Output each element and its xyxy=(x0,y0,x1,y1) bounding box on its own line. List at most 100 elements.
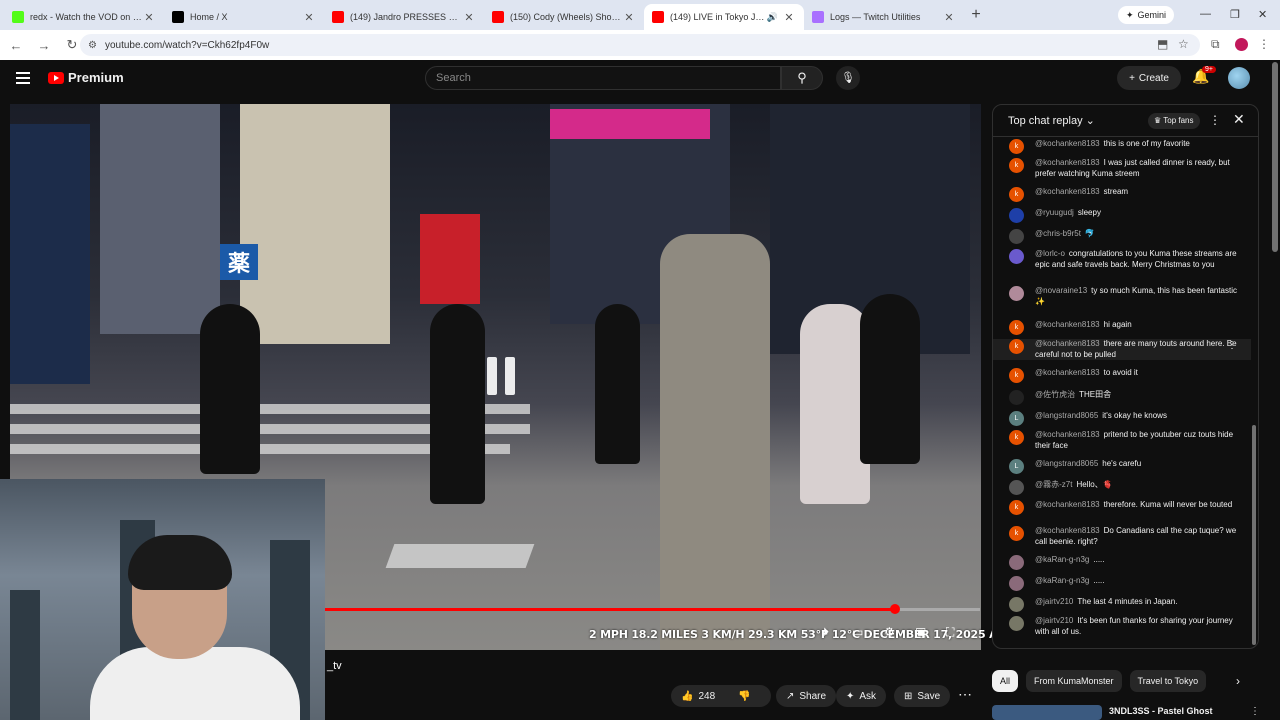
browser-tab[interactable]: redx - Watch the VOD on Kick ✕ xyxy=(4,4,164,30)
chat-avatar[interactable]: k xyxy=(1009,339,1024,354)
chat-message[interactable]: k @kochanken8183 this is one of my favorit… xyxy=(993,139,1251,154)
chat-scroll-thumb[interactable] xyxy=(1252,425,1256,645)
chat-author[interactable]: @ryuugudj xyxy=(1035,208,1074,217)
fullscreen-icon[interactable]: ⛶ xyxy=(946,625,954,640)
profile-avatar[interactable] xyxy=(1235,38,1248,51)
chat-avatar[interactable]: L xyxy=(1009,411,1024,426)
browser-tab[interactable]: (149) Jandro PRESSES CREEPY✕ xyxy=(324,4,484,30)
chevron-right-icon[interactable]: › xyxy=(1236,674,1240,688)
chat-avatar[interactable]: k xyxy=(1009,158,1024,173)
browser-tab[interactable]: Home / X ✕ xyxy=(164,4,324,30)
chat-message[interactable]: @jairtv210 It's been fun thanks for shari… xyxy=(993,616,1251,637)
chat-avatar[interactable] xyxy=(1009,576,1024,591)
pause-icon[interactable] xyxy=(483,357,519,395)
autoplay-icon[interactable]: ⏵ xyxy=(823,625,829,640)
top-fans-button[interactable]: ♛ Top fans xyxy=(1148,113,1200,129)
recommended-menu-icon[interactable]: ⋮ xyxy=(1250,706,1260,717)
search-button[interactable]: ⚲ xyxy=(781,66,823,90)
chat-author[interactable]: @kochanken8183 xyxy=(1035,339,1100,348)
chat-author[interactable]: @kochanken8183 xyxy=(1035,526,1100,535)
bookmark-star-icon[interactable]: ☆ xyxy=(1178,37,1189,51)
chat-author[interactable]: @chris-b9r5t xyxy=(1035,229,1081,238)
chat-menu-icon[interactable]: ⋮ xyxy=(1209,113,1221,127)
chat-author[interactable]: @langstrand8065 xyxy=(1035,459,1098,468)
chat-avatar[interactable] xyxy=(1009,390,1024,405)
close-chat-icon[interactable]: ✕ xyxy=(1233,111,1245,128)
chat-message[interactable]: @kaRan-g-n3g..... xyxy=(993,576,1251,591)
create-button[interactable]: + Create xyxy=(1117,66,1181,90)
chat-author[interactable]: @novaraine13 xyxy=(1035,286,1087,295)
chat-message[interactable]: @佐竹虎治 THE田舎 xyxy=(993,390,1251,405)
chat-avatar[interactable] xyxy=(1009,286,1024,301)
forward-icon[interactable]: → xyxy=(32,38,56,53)
tab-close-icon[interactable]: ✕ xyxy=(622,11,636,24)
tab-close-icon[interactable]: ✕ xyxy=(302,11,316,24)
maximize-icon[interactable]: ❐ xyxy=(1230,8,1240,21)
install-icon[interactable]: ⬒ xyxy=(1157,37,1168,51)
chat-author[interactable]: @langstrand8065 xyxy=(1035,411,1098,420)
tab-close-icon[interactable]: ✕ xyxy=(142,11,156,24)
chat-avatar[interactable] xyxy=(1009,208,1024,223)
chat-author[interactable]: @kochanken8183 xyxy=(1035,430,1100,439)
filter-chip[interactable]: All xyxy=(992,670,1019,692)
site-info-icon[interactable]: ⚙ xyxy=(88,40,97,51)
like-icon[interactable]: 👍 xyxy=(681,691,693,702)
browser-tab[interactable]: (150) Cody (Wheels) Shows She✕ xyxy=(484,4,644,30)
share-button[interactable]: ↗ Share xyxy=(776,685,837,707)
video-progress-bar[interactable] xyxy=(325,604,980,614)
browser-tab[interactable]: Logs — Twitch Utilities ✕ xyxy=(804,4,964,30)
chat-author[interactable]: @kochanken8183 xyxy=(1035,158,1100,167)
speaker-icon[interactable]: 🔊 xyxy=(767,12,778,23)
chat-author[interactable]: @lorlc-o xyxy=(1035,249,1065,258)
chat-message[interactable]: @ryuugudj sleepy xyxy=(993,208,1251,223)
filter-chip[interactable]: From KumaMonster xyxy=(1026,670,1122,692)
captions-icon[interactable]: ▭ xyxy=(852,625,863,639)
chat-avatar[interactable]: k xyxy=(1009,320,1024,335)
page-scrollbar[interactable] xyxy=(1272,62,1278,252)
chat-avatar[interactable]: k xyxy=(1009,139,1024,154)
tab-close-icon[interactable]: ✕ xyxy=(782,11,796,24)
chat-author[interactable]: @kaRan-g-n3g xyxy=(1035,555,1089,564)
chat-author[interactable]: @kaRan-g-n3g xyxy=(1035,576,1089,585)
url-field[interactable]: ⚙ youtube.com/watch?v=Ckh62fp4F0w xyxy=(80,34,1200,56)
chat-message[interactable]: @chris-b9r5t 🐬 xyxy=(993,229,1251,244)
dislike-icon[interactable]: 👎 xyxy=(738,691,750,702)
save-button[interactable]: ⊞ Save xyxy=(894,685,951,707)
chat-author[interactable]: @佐竹虎治 xyxy=(1035,390,1075,399)
chat-avatar[interactable]: k xyxy=(1009,430,1024,445)
chat-mode-dropdown[interactable]: Top chat replay ⌄ xyxy=(1008,114,1095,127)
ask-button[interactable]: ✦ Ask xyxy=(836,685,887,707)
chat-message[interactable]: k @kochanken8183 pritend to be youtuber cu… xyxy=(993,430,1251,451)
chat-message[interactable]: @lorlc-o congratulations to you Kuma thes… xyxy=(993,249,1251,270)
chat-message[interactable]: k @kochanken8183 stream xyxy=(993,187,1251,202)
back-icon[interactable]: ← xyxy=(4,38,28,53)
chat-author[interactable]: @kochanken8183 xyxy=(1035,500,1100,509)
chat-message[interactable]: k @kochanken8183 there are many touts arou… xyxy=(993,339,1251,360)
chat-avatar[interactable]: k xyxy=(1009,187,1024,202)
chat-scrollbar[interactable] xyxy=(1252,140,1258,645)
chat-message[interactable]: k @kochanken8183 therefore. Kuma will neve… xyxy=(993,500,1251,515)
chat-avatar[interactable]: k xyxy=(1009,500,1024,515)
chat-author[interactable]: @jairtv210 xyxy=(1035,616,1073,625)
more-actions-icon[interactable]: ⋯ xyxy=(958,686,972,703)
chat-avatar[interactable] xyxy=(1009,229,1024,244)
new-tab-button[interactable]: + xyxy=(964,6,988,24)
chat-avatar[interactable] xyxy=(1009,480,1024,495)
recommended-video[interactable]: 3NDL3SS - Pastel Ghost ⋮ xyxy=(992,703,1262,720)
youtube-logo[interactable]: Premium xyxy=(48,70,124,85)
tab-close-icon[interactable]: ✕ xyxy=(462,11,476,24)
chat-message[interactable]: L @langstrand8065 he's carefu xyxy=(993,459,1251,474)
miniplayer-icon[interactable]: ▣ xyxy=(915,625,926,639)
minimize-icon[interactable]: — xyxy=(1200,8,1211,20)
recommended-title[interactable]: 3NDL3SS - Pastel Ghost xyxy=(1109,706,1213,716)
user-avatar[interactable] xyxy=(1228,67,1250,89)
chat-message[interactable]: k @kochanken8183 Do Canadians call the cap… xyxy=(993,526,1251,547)
chat-author[interactable]: @霧赤-z7t xyxy=(1035,480,1072,489)
extensions-icon[interactable]: ⧉ xyxy=(1211,37,1220,52)
gemini-button[interactable]: ✦ Gemini xyxy=(1118,6,1175,24)
chat-message[interactable]: k @kochanken8183 to avoid it xyxy=(993,368,1251,383)
chat-message[interactable]: @kaRan-g-n3g..... xyxy=(993,555,1251,570)
recommended-thumbnail[interactable] xyxy=(992,705,1102,720)
chat-avatar[interactable] xyxy=(1009,597,1024,612)
chat-message[interactable]: @jairtv210 The last 4 minutes in Japan. xyxy=(993,597,1251,612)
